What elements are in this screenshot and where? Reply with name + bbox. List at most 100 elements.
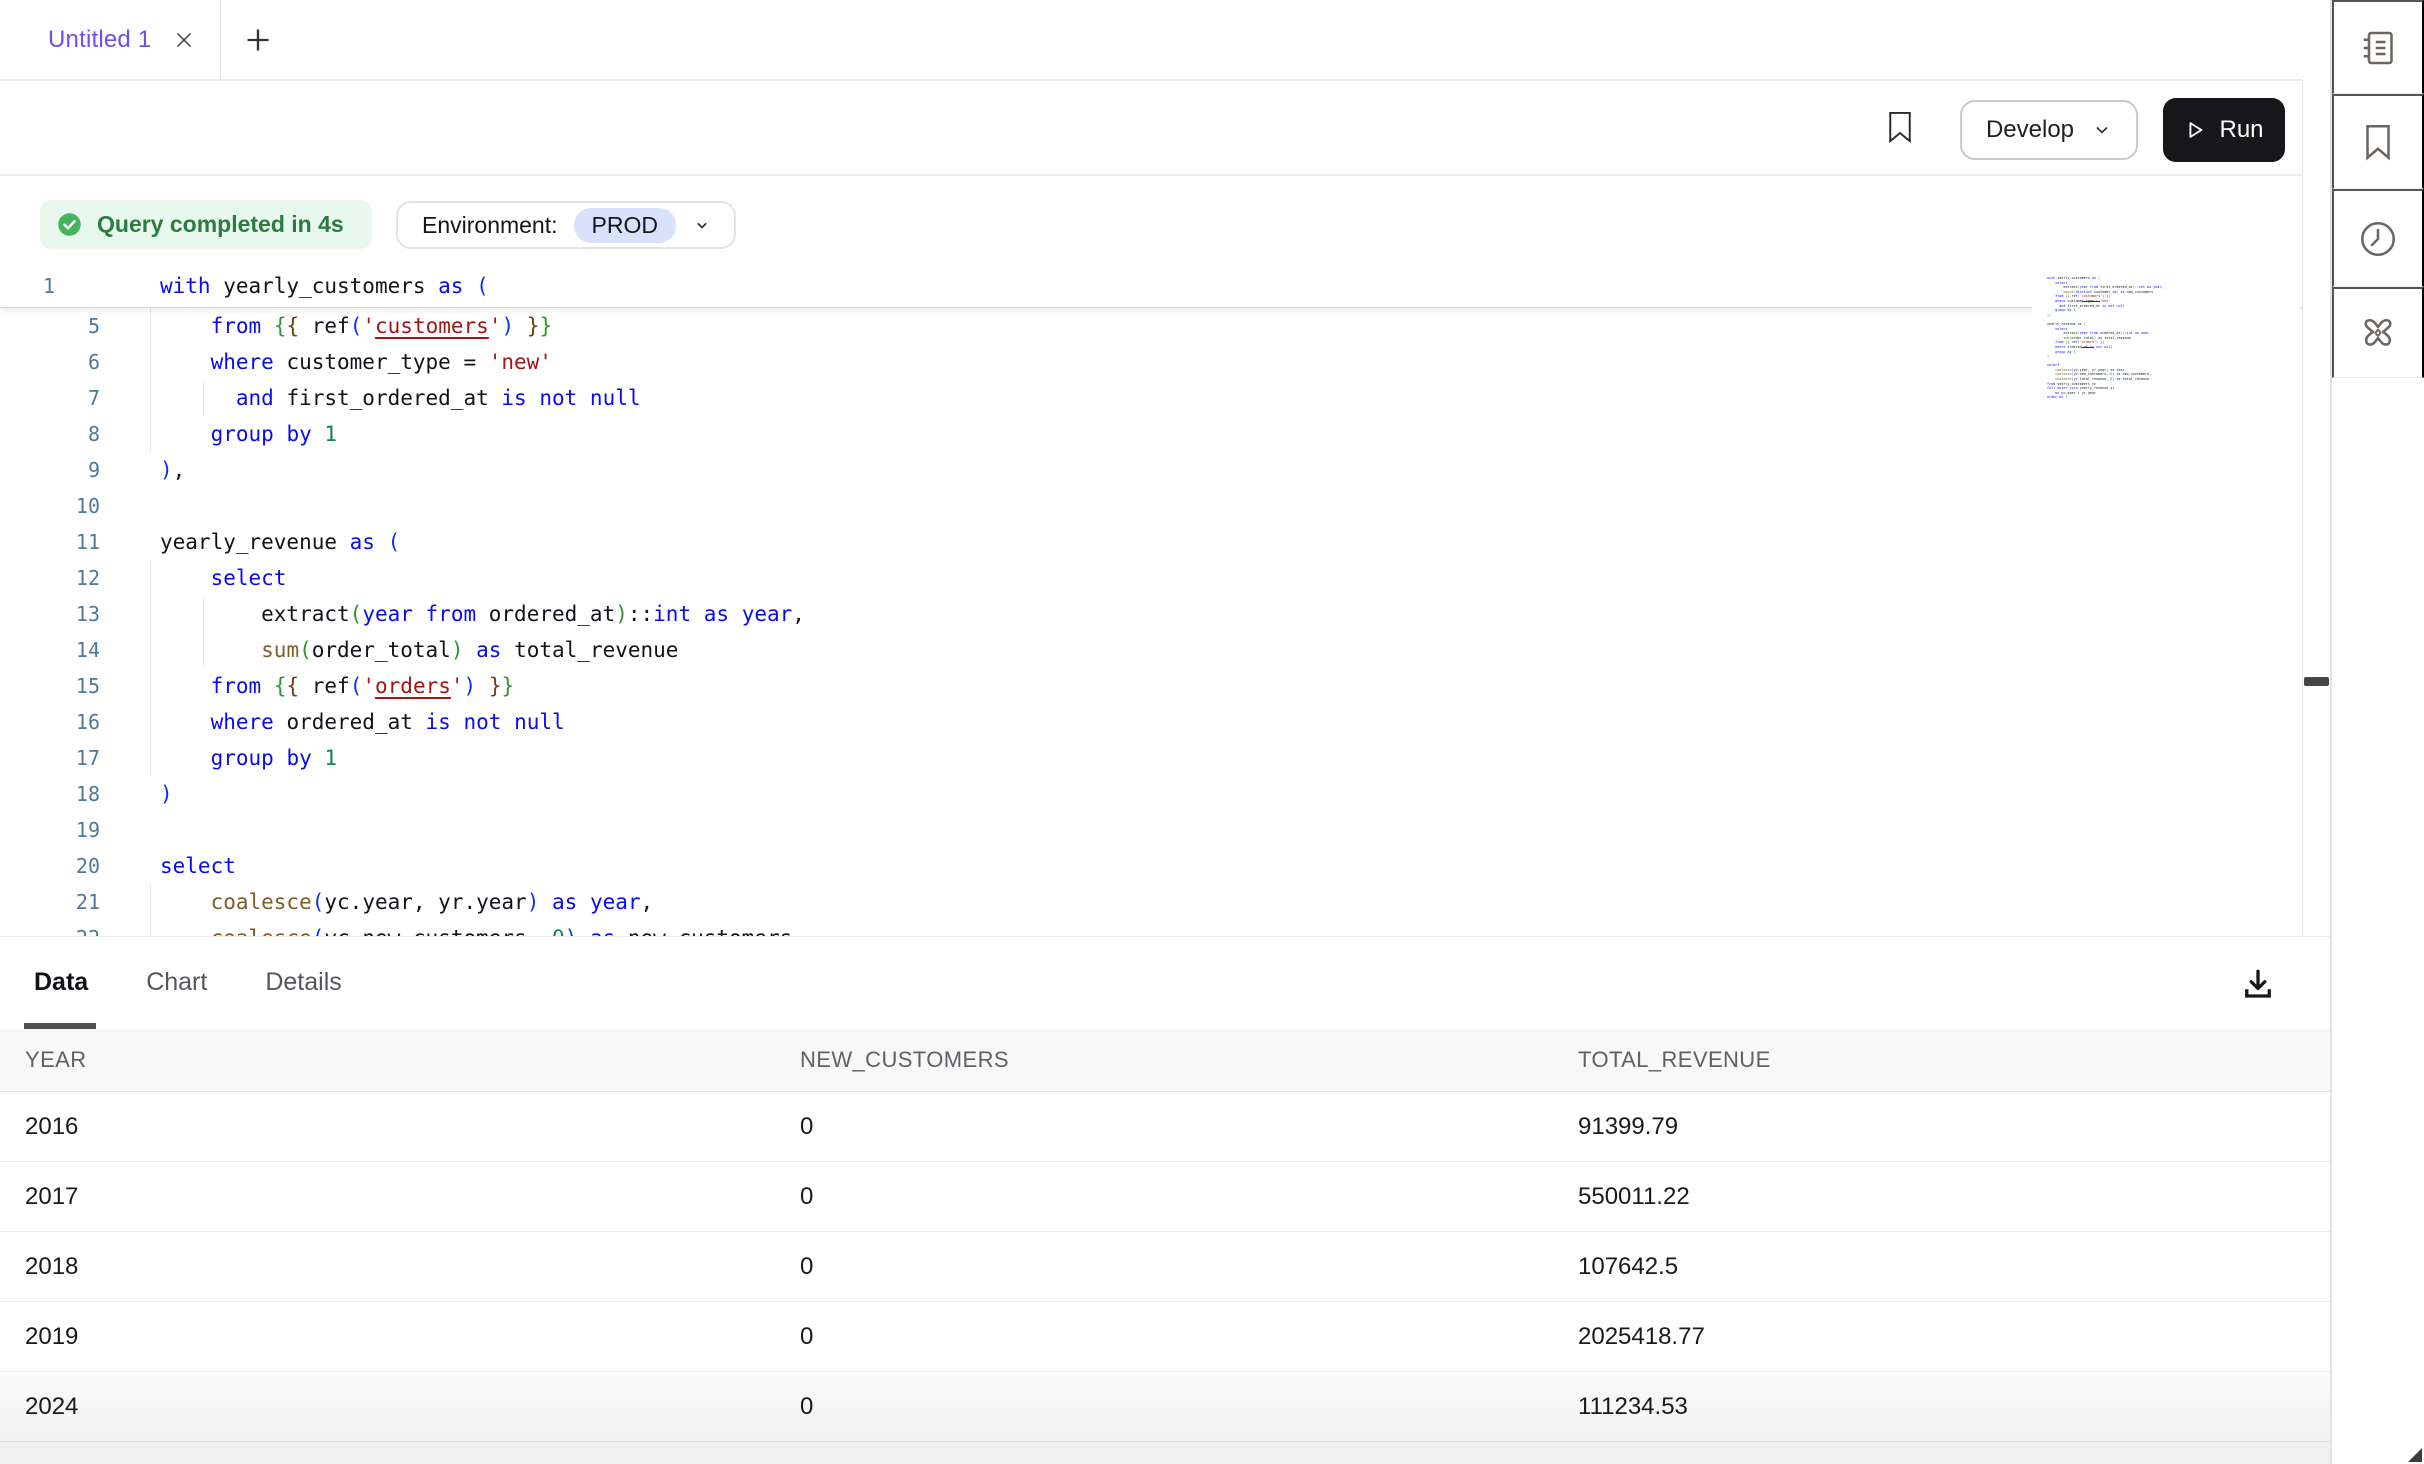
check-circle-icon xyxy=(56,211,83,238)
table-row[interactable]: 201902025418.77 xyxy=(0,1302,2330,1372)
download-button[interactable] xyxy=(2232,959,2284,1011)
new-tab-button[interactable] xyxy=(238,22,278,58)
code-line-20[interactable]: 20select xyxy=(0,848,2302,884)
line-number: 22 xyxy=(0,920,100,936)
table-cell: 91399.79 xyxy=(1578,1113,2330,1141)
table-cell: 2019 xyxy=(25,1323,800,1351)
line-number: 10 xyxy=(0,488,100,524)
table-cell: 2018 xyxy=(25,1253,800,1281)
line-code: where customer_type = 'new' xyxy=(160,344,552,380)
environment-value-badge: PROD xyxy=(574,208,676,243)
bookmark-icon xyxy=(1887,110,1913,144)
line-code: ), xyxy=(160,452,185,488)
code-line-19[interactable]: 19 xyxy=(0,812,2302,848)
sticky-scroll-line[interactable]: 1 with yearly_customers as ( xyxy=(0,266,2302,308)
query-status-text: Query completed in 4s xyxy=(97,211,344,238)
history-clock-icon xyxy=(2357,218,2399,260)
line-code: extract(year from ordered_at)::int as ye… xyxy=(160,596,805,632)
code-line-11[interactable]: 11 yearly_revenue as ( xyxy=(0,524,2302,560)
chevron-down-icon xyxy=(692,215,712,235)
minimap-line: order by 1 xyxy=(2047,395,2300,400)
table-row[interactable]: 2016091399.79 xyxy=(0,1092,2330,1162)
line-number: 17 xyxy=(0,740,100,776)
indent-guide xyxy=(150,560,151,776)
code-line-8[interactable]: 8 group by 1 xyxy=(0,416,2302,452)
tab-bar: Untitled 1 xyxy=(0,0,2302,81)
code-line-21[interactable]: 21 coalesce(yc.year, yr.year) as year, xyxy=(0,884,2302,920)
knot-logo-icon xyxy=(2357,312,2399,354)
line-code: ) xyxy=(160,776,173,812)
app-root: Untitled 1 Develop Run Query completed i… xyxy=(0,0,2424,1464)
code-line-10[interactable]: 10 xyxy=(0,488,2302,524)
table-cell: 111234.53 xyxy=(1578,1393,2330,1421)
bookmark-icon xyxy=(2357,121,2399,163)
table-cell: 2025418.77 xyxy=(1578,1323,2330,1351)
results-tab-data[interactable]: Data xyxy=(34,968,88,997)
sticky-line-code: with yearly_customers as ( xyxy=(160,266,489,306)
table-row[interactable]: 20170550011.22 xyxy=(0,1162,2330,1232)
develop-label: Develop xyxy=(1986,116,2074,144)
line-number: 18 xyxy=(0,776,100,812)
table-cell: 2024 xyxy=(25,1393,800,1421)
results-tabs: Data Chart Details xyxy=(34,937,342,1028)
table-cell: 2016 xyxy=(25,1113,800,1141)
download-icon xyxy=(2240,966,2276,1002)
sidebar-history-button[interactable] xyxy=(2332,189,2424,287)
table-row[interactable]: 20180107642.5 xyxy=(0,1232,2330,1302)
results-tab-details[interactable]: Details xyxy=(265,968,341,997)
line-number: 9 xyxy=(0,452,100,488)
sidebar-logo-button[interactable] xyxy=(2332,287,2424,378)
tab-divider xyxy=(220,0,221,80)
code-line-13[interactable]: 13 extract(year from ordered_at)::int as… xyxy=(0,596,2302,632)
table-cell: 0 xyxy=(800,1183,1578,1211)
editor-lines[interactable]: 5 from {{ ref('customers') }}6 where cus… xyxy=(0,308,2302,936)
tab-untitled-1[interactable]: Untitled 1 xyxy=(0,0,220,80)
line-code: select xyxy=(160,560,286,596)
line-number: 13 xyxy=(0,596,100,632)
code-line-7[interactable]: 7 and first_ordered_at is not null xyxy=(0,380,2302,416)
table-cell: 0 xyxy=(800,1323,1578,1351)
tab-label: Untitled 1 xyxy=(48,26,151,54)
resize-gripper[interactable] xyxy=(2408,1448,2422,1462)
code-line-16[interactable]: 16 where ordered_at is not null xyxy=(0,704,2302,740)
minimap[interactable]: with yearly_customers as ( select extrac… xyxy=(2032,264,2300,412)
table-cell: 0 xyxy=(800,1113,1578,1141)
column-header-total_revenue: TOTAL_REVENUE xyxy=(1578,1047,2330,1073)
indent-guide xyxy=(150,884,151,936)
code-line-5[interactable]: 5 from {{ ref('customers') }} xyxy=(0,308,2302,344)
environment-selector[interactable]: Environment: PROD xyxy=(396,201,736,249)
line-code: yearly_revenue as ( xyxy=(160,524,400,560)
column-header-new_customers: NEW_CUSTOMERS xyxy=(800,1047,1578,1073)
indent-guide xyxy=(203,596,204,668)
code-line-18[interactable]: 18) xyxy=(0,776,2302,812)
table-cell: 0 xyxy=(800,1393,1578,1421)
bookmark-button[interactable] xyxy=(1880,105,1920,151)
code-line-12[interactable]: 12 select xyxy=(0,560,2302,596)
right-sidebar xyxy=(2330,0,2424,1464)
code-line-6[interactable]: 6 where customer_type = 'new' xyxy=(0,344,2302,380)
table-row[interactable]: 20240111234.53 xyxy=(0,1372,2330,1442)
results-tab-chart[interactable]: Chart xyxy=(146,968,207,997)
horizontal-scrollbar-track[interactable] xyxy=(0,1441,2330,1464)
line-code: and first_ordered_at is not null xyxy=(160,380,641,416)
line-number: 11 xyxy=(0,524,100,560)
line-code: coalesce(yc.year, yr.year) as year, xyxy=(160,884,653,920)
panel-resize-handle[interactable] xyxy=(2304,677,2329,686)
run-button[interactable]: Run xyxy=(2163,98,2285,162)
code-line-22[interactable]: 22 coalesce(yc.new_customers, 0) as new_… xyxy=(0,920,2302,936)
code-line-17[interactable]: 17 group by 1 xyxy=(0,740,2302,776)
line-code: group by 1 xyxy=(160,740,337,776)
code-line-9[interactable]: 9), xyxy=(0,452,2302,488)
indent-guide xyxy=(203,380,204,416)
code-line-15[interactable]: 15 from {{ ref('orders') }} xyxy=(0,668,2302,704)
sidebar-notebook-button[interactable] xyxy=(2332,0,2424,94)
develop-dropdown-button[interactable]: Develop xyxy=(1960,100,2138,160)
play-icon xyxy=(2184,119,2206,141)
indent-guide xyxy=(150,308,151,452)
table-body: 2016091399.7920170550011.2220180107642.5… xyxy=(0,1092,2330,1442)
run-label: Run xyxy=(2219,116,2263,144)
sql-editor[interactable]: 1 with yearly_customers as ( 5 from {{ r… xyxy=(0,250,2302,936)
sidebar-bookmarks-button[interactable] xyxy=(2332,94,2424,189)
close-tab-icon[interactable] xyxy=(173,29,195,51)
code-line-14[interactable]: 14 sum(order_total) as total_revenue xyxy=(0,632,2302,668)
